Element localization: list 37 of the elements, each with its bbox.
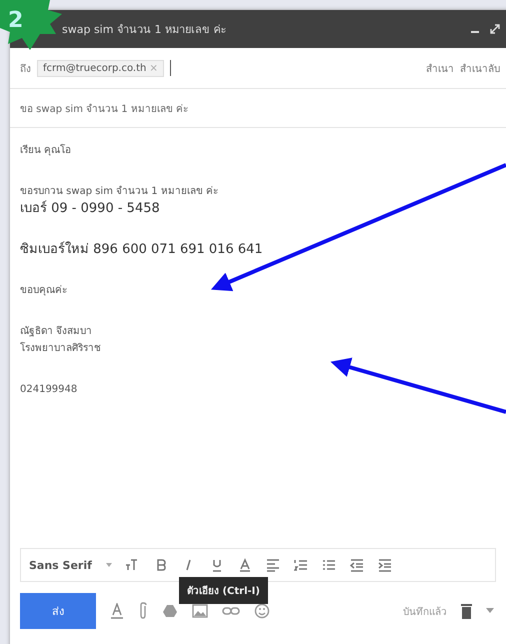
drive-icon[interactable] xyxy=(162,604,178,618)
recipient-chip[interactable]: fcrm@truecorp.co.th × xyxy=(37,60,164,76)
to-label: ถึง xyxy=(20,62,31,76)
body-text: ซิมเบอร์ใหม่ 896 600 071 691 016 641 xyxy=(20,241,264,258)
subject-field[interactable]: ขอ swap sim จำนวน 1 หมายเลข ค่ะ xyxy=(10,89,506,128)
align-icon[interactable] xyxy=(266,558,280,572)
indent-less-icon[interactable] xyxy=(350,558,364,572)
indent-more-icon[interactable] xyxy=(378,558,392,572)
body-text: ณัฐธิดา จึงสมบา xyxy=(20,325,94,339)
dropdown-caret-icon[interactable] xyxy=(106,563,112,567)
font-size-icon[interactable] xyxy=(126,558,140,572)
font-dropdown[interactable]: Sans Serif xyxy=(29,558,92,572)
body-text: โรงพยาบาลศิริราช xyxy=(20,341,102,356)
link-icon[interactable] xyxy=(222,606,240,616)
cc-link[interactable]: สำเนา xyxy=(426,60,454,76)
text-color-icon[interactable] xyxy=(238,558,252,572)
body-text: 024199948 xyxy=(20,383,78,397)
text-cursor xyxy=(170,60,171,76)
attach-icon[interactable] xyxy=(138,602,148,620)
photo-icon[interactable] xyxy=(192,604,208,618)
body-text: เรียน คุณโอ xyxy=(20,143,72,158)
window-title: swap sim จำนวน 1 หมายเลข ค่ะ xyxy=(62,22,228,38)
bulleted-list-icon[interactable] xyxy=(322,558,336,572)
emoji-icon[interactable] xyxy=(254,603,270,619)
numbered-list-icon[interactable] xyxy=(294,558,308,572)
body-text: เบอร์ 09 - 0990 - 5458 xyxy=(20,200,161,217)
message-body[interactable]: เรียน คุณโอ ขอรบกวน swap sim จำนวน 1 หมายเลข ค่ะ เบอร์ 09 - 0990 - 5458 ซิมเบอร์ใหม่ 896 600 071 691 016 641 ขอบคุณค่ะ ณัฐธิดา จึงสมบา โรงพยาบาลศิริราช 024199948 xyxy=(10,128,506,548)
send-button[interactable]: ส่ง xyxy=(20,593,96,629)
body-text: ขอบคุณค่ะ xyxy=(20,284,68,298)
more-caret-icon[interactable] xyxy=(486,608,494,614)
expand-icon[interactable] xyxy=(490,24,500,34)
body-text: ขอรบกวน swap sim จำนวน 1 หมายเลข ค่ะ xyxy=(20,184,220,199)
saved-status: บันทึกแล้ว xyxy=(403,606,447,618)
formatting-icon[interactable] xyxy=(110,603,124,619)
trash-icon[interactable] xyxy=(461,603,472,619)
bcc-link[interactable]: สำเนาลับ xyxy=(460,60,500,76)
tooltip: ตัวเอียง (Ctrl-I) xyxy=(179,577,268,604)
